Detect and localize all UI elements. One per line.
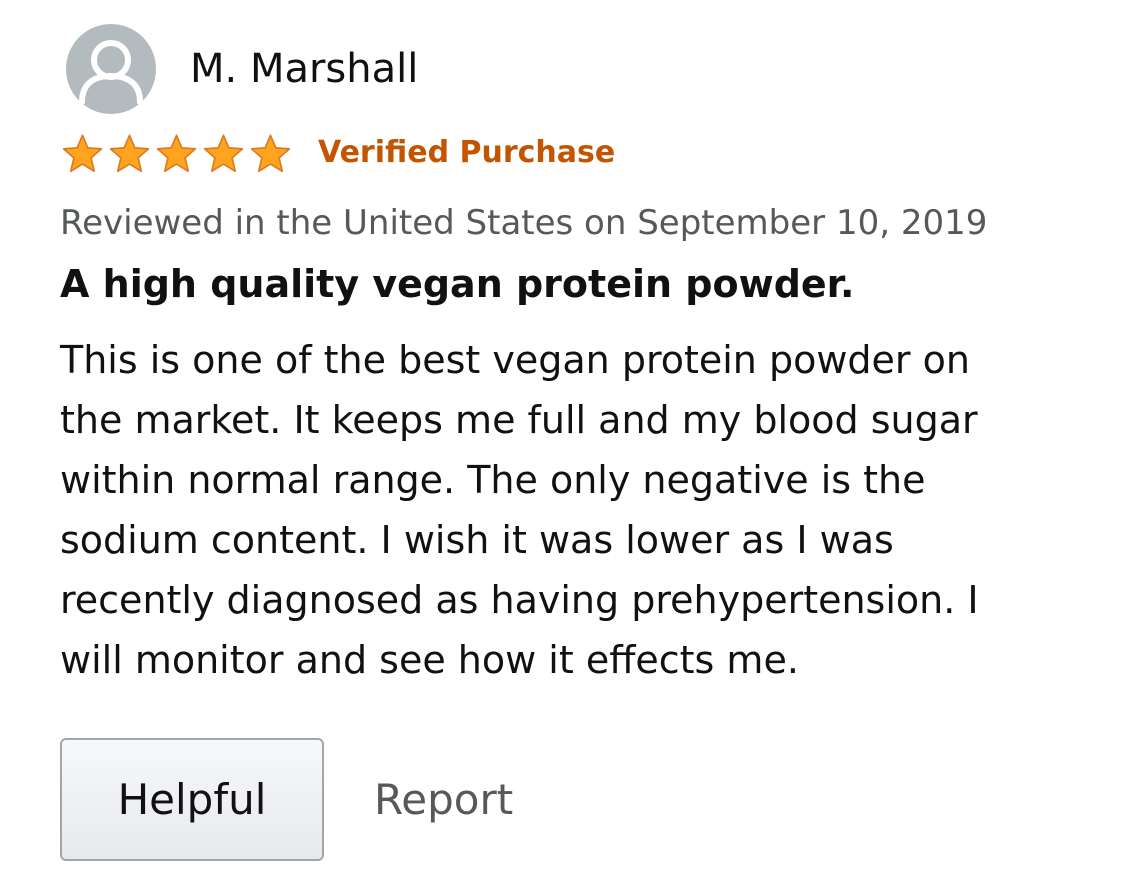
review-body-line: recently diagnosed as having prehyperten… <box>60 578 979 622</box>
review-body-line: will monitor and see how it effects me. <box>60 638 799 682</box>
review-body-line: within normal range. The only negative i… <box>60 458 926 502</box>
star-icon <box>248 132 293 176</box>
star-icon <box>60 132 105 176</box>
review-body-line: the market. It keeps me full and my bloo… <box>60 398 978 442</box>
review-title: A high quality vegan protein powder. <box>60 262 855 306</box>
helpful-button[interactable]: Helpful <box>60 738 324 861</box>
avatar <box>66 24 156 114</box>
verified-purchase-badge: Verified Purchase <box>318 135 616 170</box>
star-rating[interactable] <box>60 132 295 176</box>
star-icon <box>201 132 246 176</box>
review-body-line: sodium content. I wish it was lower as I… <box>60 518 894 562</box>
customer-review: M. Marshall Verified Purchase Reviewed i… <box>0 0 1125 894</box>
review-body-line: This is one of the best vegan protein po… <box>60 338 970 382</box>
star-icon <box>107 132 152 176</box>
review-body: This is one of the best vegan protein po… <box>60 330 1080 690</box>
user-silhouette-icon <box>79 40 143 105</box>
review-date: Reviewed in the United States on Septemb… <box>60 203 988 243</box>
star-icon <box>154 132 199 176</box>
report-link[interactable]: Report <box>374 772 513 828</box>
reviewer-name[interactable]: M. Marshall <box>190 44 418 94</box>
